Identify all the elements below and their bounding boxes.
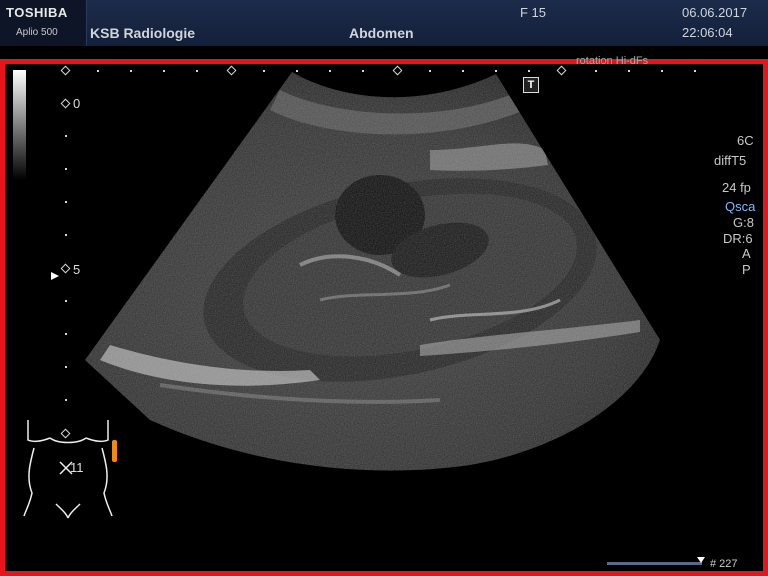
scale-dot: [429, 70, 431, 72]
depth-dot: [65, 234, 67, 236]
scale-dot: [263, 70, 265, 72]
param-dynamic-range: DR:6: [723, 231, 753, 246]
scale-dot: [329, 70, 331, 72]
scale-dot: [362, 70, 364, 72]
grey-scale-bar: [13, 70, 26, 180]
depth-dot: [65, 135, 67, 137]
scale-dot: [163, 70, 165, 72]
scale-dot: [595, 70, 597, 72]
scale-dot: [196, 70, 198, 72]
scale-dot: [661, 70, 663, 72]
cine-position-arrow-icon: [697, 557, 705, 563]
depth-dot: [65, 399, 67, 401]
param-mode: diffT5: [714, 153, 747, 168]
depth-label-0: 0: [73, 96, 81, 111]
scale-dot: [462, 70, 464, 72]
scale-dot: [296, 70, 298, 72]
param-probe: 6C: [737, 133, 754, 148]
param-a: A: [742, 246, 751, 261]
depth-dot: [65, 168, 67, 170]
depth-dot: [65, 201, 67, 203]
transducer-orientation-icon: T: [523, 77, 539, 93]
scale-dot: [97, 70, 99, 72]
depth-dot: [65, 366, 67, 368]
depth-label-5: 5: [73, 262, 81, 277]
param-qscan: Qsca: [725, 199, 756, 214]
scale-dot: [528, 70, 530, 72]
probe-position-icon: [112, 440, 117, 462]
scale-dot: [628, 70, 630, 72]
depth-dot: [65, 333, 67, 335]
depth-dot: [65, 300, 67, 302]
frame-counter: # 227: [710, 558, 738, 570]
param-p: P: [742, 262, 751, 277]
scale-dot: [130, 70, 132, 72]
focus-arrow-icon: [51, 272, 59, 280]
bodymark-label: 11: [70, 460, 84, 475]
param-fps: 24 fp: [722, 180, 751, 195]
partial-top-text: rotation Hi-dFs: [576, 55, 649, 67]
scale-dot: [694, 70, 696, 72]
scale-dot: [495, 70, 497, 72]
param-gain: G:8: [733, 215, 754, 230]
cine-scroll-bar[interactable]: [607, 562, 702, 565]
